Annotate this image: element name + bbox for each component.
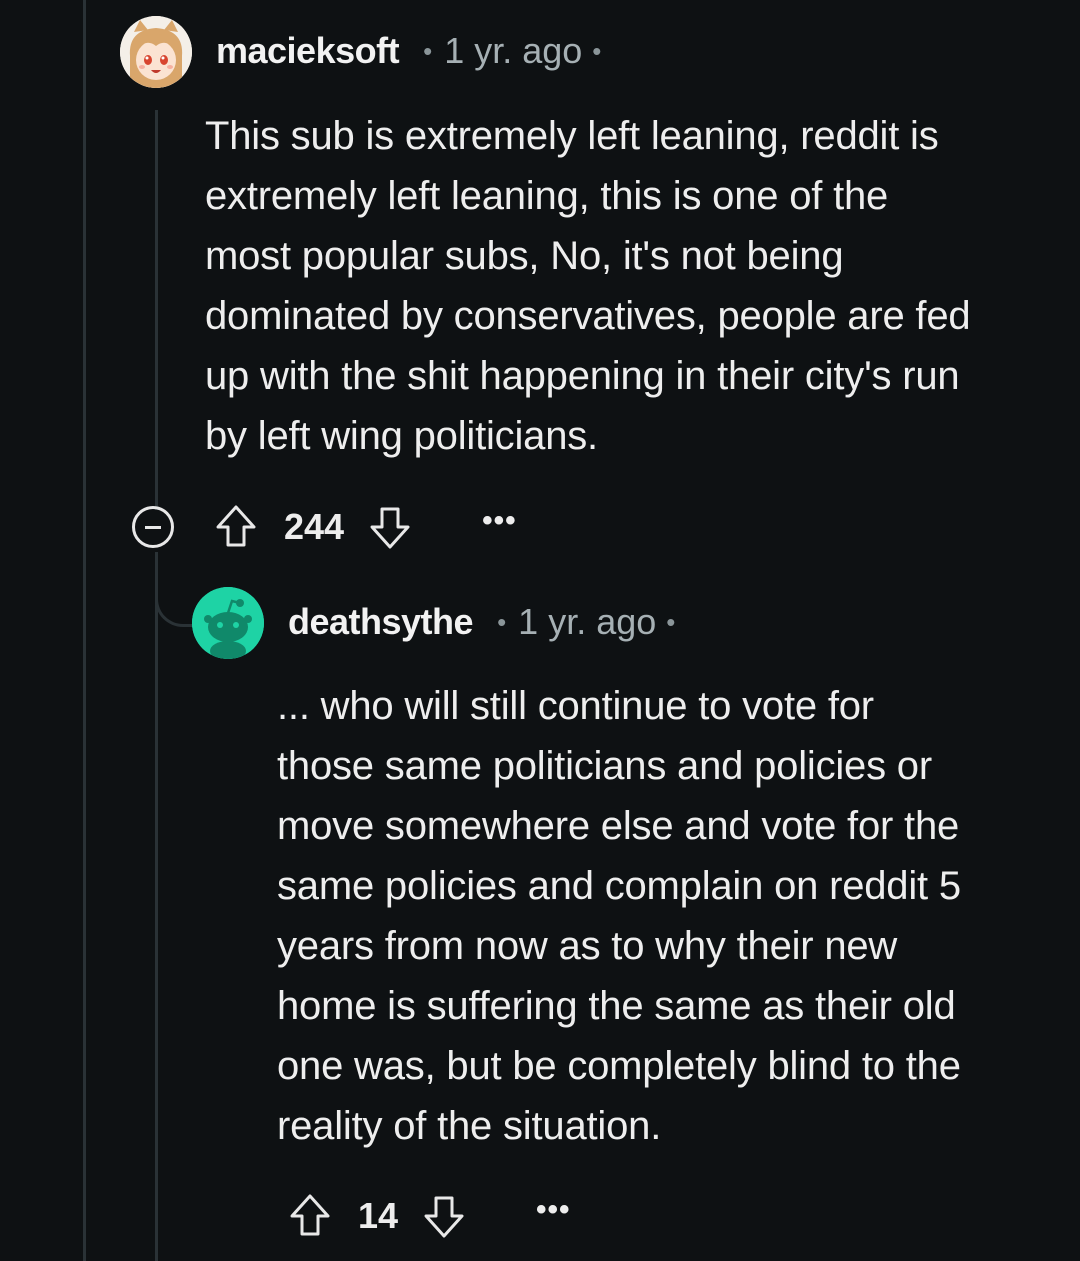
downvote-arrow-icon[interactable] — [368, 503, 412, 551]
thread-line[interactable] — [155, 110, 158, 510]
comment-text-line: dominated by conservatives, people are f… — [205, 294, 971, 338]
comment-meta: deathsythe • 1 yr. ago • — [288, 601, 675, 643]
comment-text-line: home is suffering the same as their old — [277, 984, 956, 1028]
downvote-arrow-icon[interactable] — [422, 1192, 466, 1240]
reply-connector — [155, 580, 194, 627]
comment-text-line: reality of the situation. — [277, 1104, 662, 1148]
upvote-arrow-icon[interactable] — [214, 503, 258, 551]
separator-dot: • — [423, 35, 433, 66]
timestamp: 1 yr. ago — [518, 601, 657, 642]
comment-body: This sub is extremely left leaning, redd… — [205, 106, 971, 466]
separator-dot: • — [592, 35, 602, 66]
comment-text-line: one was, but be completely blind to the — [277, 1044, 961, 1088]
comment-thread: macieksoft • 1 yr. ago • This sub is ext… — [0, 0, 1080, 1261]
comment-text-line: those same politicians and policies or — [277, 744, 932, 788]
vote-score: 244 — [284, 506, 345, 547]
more-options-button[interactable]: ••• — [482, 506, 517, 536]
minus-icon — [145, 525, 161, 529]
avatar[interactable] — [192, 587, 264, 659]
more-options-button[interactable]: ••• — [536, 1195, 571, 1225]
collapse-button[interactable] — [132, 506, 174, 548]
comment-text-line: This sub is extremely left leaning, redd… — [205, 114, 939, 158]
comment-meta: macieksoft • 1 yr. ago • — [216, 30, 601, 72]
comment-text-line: move somewhere else and vote for the — [277, 804, 960, 848]
timestamp: 1 yr. ago — [444, 30, 583, 71]
thread-line[interactable] — [83, 0, 86, 1261]
anime-fox-girl-avatar-icon — [120, 16, 192, 88]
comment-text-line: by left wing politicians. — [205, 414, 598, 458]
comment-body: ... who will still continue to vote for … — [277, 676, 961, 1156]
avatar[interactable] — [120, 16, 192, 88]
vote-score: 14 — [358, 1195, 399, 1236]
username-link[interactable]: deathsythe — [288, 601, 474, 643]
comment-actions: 244 ••• — [132, 503, 517, 551]
snoo-default-avatar-icon — [192, 587, 264, 659]
comment-text-line: up with the shit happening in their city… — [205, 354, 960, 398]
separator-dot: • — [497, 606, 507, 637]
comment-text-line: ... who will still continue to vote for — [277, 684, 874, 728]
comment-actions: 14 ••• — [288, 1192, 571, 1240]
upvote-arrow-icon[interactable] — [288, 1192, 332, 1240]
comment-text-line: most popular subs, No, it's not being — [205, 234, 844, 278]
thread-line[interactable] — [155, 552, 158, 1261]
username-link[interactable]: macieksoft — [216, 30, 400, 72]
comment-text-line: extremely left leaning, this is one of t… — [205, 174, 889, 218]
separator-dot: • — [666, 606, 676, 637]
comment-text-line: years from now as to why their new — [277, 924, 898, 968]
comment-text-line: same policies and complain on reddit 5 — [277, 864, 961, 908]
